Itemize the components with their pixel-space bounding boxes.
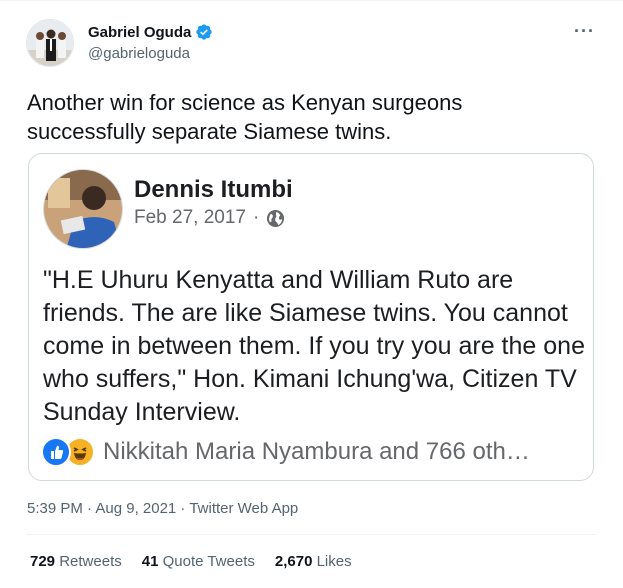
quote-tweets-count: 41 xyxy=(141,553,159,570)
quoted-post-meta: Feb 27, 2017 · xyxy=(134,207,285,229)
quoted-post-text: "H.E Uhuru Kenyatta and William Ruto are… xyxy=(43,266,585,426)
quoted-author-name: Dennis Itumbi xyxy=(134,176,293,203)
author-handle[interactable]: @gabrieloguda xyxy=(88,45,190,62)
retweets-stat[interactable]: 729 Retweets xyxy=(30,553,122,570)
author-name[interactable]: Gabriel Oguda xyxy=(88,23,213,41)
globe-icon xyxy=(267,209,285,227)
quote-tweets-label: Quote Tweets xyxy=(162,553,255,570)
author-avatar[interactable] xyxy=(26,19,74,67)
likes-label: Likes xyxy=(316,553,352,570)
verified-badge-icon xyxy=(196,24,213,40)
reactions-text: Nikkitah Maria Nyambura and 766 oth… xyxy=(103,438,530,465)
quoted-post-image[interactable]: Dennis Itumbi Feb 27, 2017 · "H.E Uhuru … xyxy=(28,153,594,481)
reactions-bar: Nikkitah Maria Nyambura and 766 oth… xyxy=(41,437,530,467)
quoted-author-avatar xyxy=(43,169,123,249)
likes-stat[interactable]: 2,670 Likes xyxy=(275,553,352,570)
meta-separator: · xyxy=(252,207,260,228)
engagement-stats: 729 Retweets 41 Quote Tweets 2,670 Likes xyxy=(30,553,352,570)
retweets-label: Retweets xyxy=(59,553,122,570)
retweets-count: 729 xyxy=(30,553,56,570)
tweet-timestamp[interactable]: 5:39 PM · Aug 9, 2021 · Twitter Web App xyxy=(27,500,298,517)
tweet-text: Another win for science as Kenyan surgeo… xyxy=(27,90,463,144)
more-options-icon[interactable]: ··· xyxy=(574,21,595,42)
like-icon xyxy=(41,437,71,467)
quote-tweets-stat[interactable]: 41 Quote Tweets xyxy=(142,553,255,570)
quoted-post-date: Feb 27, 2017 xyxy=(134,207,246,228)
likes-count: 2,670 xyxy=(274,553,313,570)
tweet-card: Gabriel Oguda @gabrieloguda ··· Another … xyxy=(0,0,623,588)
author-name-text[interactable]: Gabriel Oguda xyxy=(88,24,191,41)
divider xyxy=(26,534,596,535)
